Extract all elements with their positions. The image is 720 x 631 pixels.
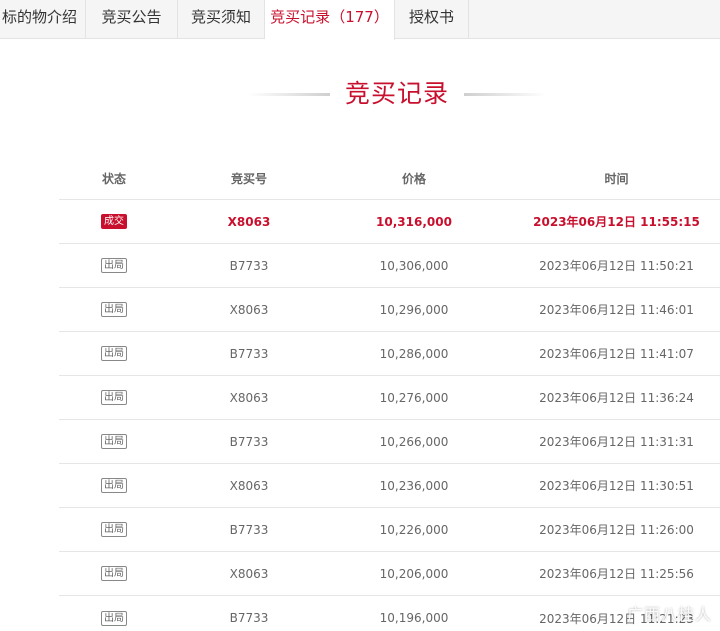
tab-label: 竞买记录 xyxy=(270,8,331,26)
status-badge: 出局 xyxy=(101,346,127,361)
table-row: 出局 B7733 10,306,000 2023年06月12日 11:50:21 xyxy=(59,244,720,288)
bid-time: 2023年06月12日 11:26:00 xyxy=(539,523,694,537)
table-row: 出局 B7733 10,266,000 2023年06月12日 11:31:31 xyxy=(59,420,720,464)
table-row: 出局 X8063 10,296,000 2023年06月12日 11:46:01 xyxy=(59,288,720,332)
header-price: 价格 xyxy=(401,171,426,186)
table-header: 状态 竞买号 价格 时间 xyxy=(59,157,720,200)
bid-price: 10,266,000 xyxy=(379,434,449,449)
tab-label: 竞买公告 xyxy=(101,8,162,26)
status-badge: 出局 xyxy=(101,522,127,537)
status-badge: 出局 xyxy=(101,390,127,405)
table-row: 出局 X8063 10,276,000 2023年06月12日 11:36:24 xyxy=(59,376,720,420)
bidder-number: B7733 xyxy=(229,346,269,361)
table-row: 出局 X8063 10,206,000 2023年06月12日 11:25:56 xyxy=(59,552,720,596)
tab-bar: 标的物介绍 竞买公告 竞买须知 竞买记录（177） 授权书 xyxy=(0,0,720,40)
tab-bid-records[interactable]: 竞买记录（177） xyxy=(265,0,395,40)
table-row: 出局 B7733 10,196,000 2023年06月12日 11:21:23 xyxy=(59,596,720,631)
tab-label: 授权书 xyxy=(408,8,454,26)
bid-price: 10,276,000 xyxy=(379,390,449,405)
status-badge: 出局 xyxy=(101,566,127,581)
table-row: 出局 B7733 10,226,000 2023年06月12日 11:26:00 xyxy=(59,508,720,552)
header-status: 状态 xyxy=(101,171,126,186)
tab-count: （177） xyxy=(330,8,389,26)
bid-price: 10,196,000 xyxy=(379,611,449,625)
status-badge: 出局 xyxy=(101,478,127,493)
table-row: 成交 X8063 10,316,000 2023年06月12日 11:55:15 xyxy=(59,200,720,244)
status-badge: 成交 xyxy=(101,214,127,229)
bid-time: 2023年06月12日 11:25:56 xyxy=(539,567,694,581)
bid-time: 2023年06月12日 11:55:15 xyxy=(533,215,700,229)
bid-price: 10,236,000 xyxy=(379,478,449,493)
watermark: 广西八桂人 xyxy=(626,605,712,624)
table-row: 出局 B7733 10,286,000 2023年06月12日 11:41:07 xyxy=(59,332,720,376)
bid-price: 10,286,000 xyxy=(379,346,449,361)
title-divider-left xyxy=(248,93,330,96)
bid-time: 2023年06月12日 11:46:01 xyxy=(539,303,694,317)
table-row: 出局 X8063 10,236,000 2023年06月12日 11:30:51 xyxy=(59,464,720,508)
bidder-number: X8063 xyxy=(229,478,269,493)
bidder-number: X8063 xyxy=(229,302,269,317)
status-badge: 出局 xyxy=(101,258,127,273)
bidder-number: X8063 xyxy=(229,566,269,581)
bidder-number: B7733 xyxy=(229,522,269,537)
header-time: 时间 xyxy=(604,171,629,186)
bid-price: 10,206,000 xyxy=(379,566,449,581)
bid-time: 2023年06月12日 11:41:07 xyxy=(539,347,694,361)
bid-time: 2023年06月12日 11:36:24 xyxy=(539,391,694,405)
tab-authorization[interactable]: 授权书 xyxy=(395,0,469,39)
section-title: 竞买记录 xyxy=(344,79,449,108)
tab-label: 标的物介绍 xyxy=(1,8,77,26)
bid-price: 10,306,000 xyxy=(379,258,449,273)
status-badge: 出局 xyxy=(101,610,127,626)
bidder-number: X8063 xyxy=(227,214,271,229)
bid-time: 2023年06月12日 11:31:31 xyxy=(539,435,694,449)
bidder-number: X8063 xyxy=(229,390,269,405)
status-badge: 出局 xyxy=(101,434,127,449)
status-badge: 出局 xyxy=(101,302,127,317)
bid-price: 10,226,000 xyxy=(379,522,449,537)
bid-price: 10,296,000 xyxy=(379,302,449,317)
header-bidder: 竞买号 xyxy=(230,171,267,186)
title-divider-right xyxy=(464,93,546,96)
tab-label: 竞买须知 xyxy=(190,8,251,26)
bid-time: 2023年06月12日 11:50:21 xyxy=(539,259,694,273)
bidder-number: B7733 xyxy=(229,258,269,273)
bidder-number: B7733 xyxy=(229,611,269,625)
tab-notice[interactable]: 竞买须知 xyxy=(178,0,265,39)
bid-price: 10,316,000 xyxy=(376,214,452,229)
tab-announcement[interactable]: 竞买公告 xyxy=(86,0,178,39)
bid-records-table: 状态 竞买号 价格 时间 成交 X8063 10,316,000 2023年06… xyxy=(59,157,720,631)
bidder-number: B7733 xyxy=(229,434,269,449)
tab-item-intro[interactable]: 标的物介绍 xyxy=(0,0,86,39)
bid-time: 2023年06月12日 11:30:51 xyxy=(539,479,694,493)
